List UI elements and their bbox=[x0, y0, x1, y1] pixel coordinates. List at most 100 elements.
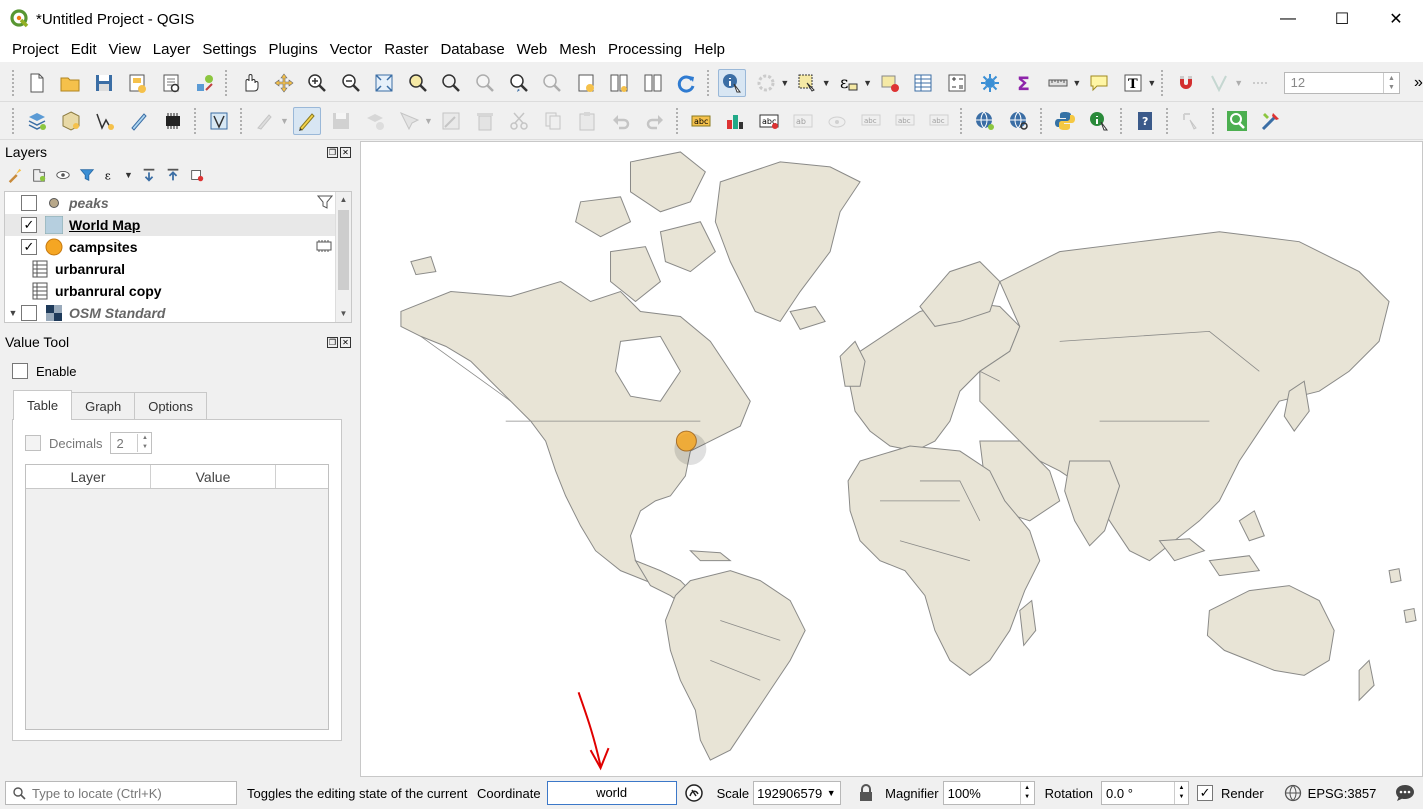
pan-to-selection-icon[interactable] bbox=[270, 69, 298, 97]
menu-edit[interactable]: Edit bbox=[65, 38, 103, 62]
layout-manager-icon[interactable] bbox=[157, 69, 185, 97]
help-contents-icon[interactable]: ? bbox=[1131, 107, 1159, 135]
remove-layer-icon[interactable] bbox=[188, 166, 206, 184]
toolbar-grip[interactable] bbox=[1120, 107, 1124, 134]
save-layer-edits-icon[interactable] bbox=[327, 107, 355, 135]
scroll-up-icon[interactable]: ▲ bbox=[336, 192, 351, 208]
undo-icon[interactable] bbox=[607, 107, 635, 135]
field-calculator-icon[interactable] bbox=[943, 69, 971, 97]
filter-expression-dropdown-icon[interactable]: ▼ bbox=[124, 170, 134, 180]
diagram-options-icon[interactable] bbox=[721, 107, 749, 135]
spin-arrows-icon[interactable]: ▲ ▼ bbox=[137, 434, 151, 452]
column-header-layer[interactable]: Layer bbox=[26, 465, 151, 488]
zoom-full-icon[interactable] bbox=[371, 69, 399, 97]
measure-line-icon[interactable] bbox=[1044, 69, 1072, 97]
snapping-tolerance-icon[interactable] bbox=[1247, 69, 1275, 97]
menu-layer[interactable]: Layer bbox=[147, 38, 197, 62]
menu-raster[interactable]: Raster bbox=[378, 38, 434, 62]
change-label-icon[interactable]: abc bbox=[925, 107, 953, 135]
deselect-all-icon[interactable] bbox=[876, 69, 904, 97]
messages-icon[interactable] bbox=[1394, 782, 1416, 804]
layer-visibility-checkbox[interactable]: ✓ bbox=[21, 217, 37, 233]
plugin-info-icon[interactable] bbox=[1085, 107, 1113, 135]
python-console-icon[interactable] bbox=[1051, 107, 1079, 135]
spin-arrows-icon[interactable]: ▲ ▼ bbox=[1019, 782, 1034, 804]
snapping-vertex-icon[interactable] bbox=[1206, 69, 1234, 97]
select-tool-icon[interactable] bbox=[1177, 107, 1205, 135]
scrollbar-thumb[interactable] bbox=[338, 210, 349, 290]
add-feature-icon[interactable] bbox=[361, 107, 389, 135]
toolbar-grip[interactable] bbox=[1166, 107, 1170, 134]
layers-scrollbar[interactable]: ▲ ▼ bbox=[335, 192, 351, 322]
layer-row-world-map[interactable]: ✓ World Map bbox=[5, 214, 351, 236]
column-header-value[interactable]: Value bbox=[151, 465, 276, 488]
close-button[interactable]: ✕ bbox=[1369, 0, 1423, 38]
vertex-dropdown-icon[interactable]: ▼ bbox=[424, 116, 434, 126]
toolbar-grip[interactable] bbox=[676, 107, 680, 134]
zoom-out-icon[interactable] bbox=[337, 69, 365, 97]
maximize-button[interactable]: ☐ bbox=[1315, 0, 1369, 38]
spin-arrows-icon[interactable]: ▲ ▼ bbox=[1174, 782, 1188, 804]
select-dropdown-icon[interactable]: ▼ bbox=[822, 78, 832, 88]
identify-features-icon[interactable] bbox=[718, 68, 746, 97]
dropdown-arrow-icon[interactable]: ▼ bbox=[822, 788, 840, 798]
run-action-dropdown-icon[interactable]: ▼ bbox=[780, 78, 790, 88]
locator-search-input[interactable]: Type to locate (Ctrl+K) bbox=[5, 781, 237, 805]
zoom-native-icon[interactable] bbox=[471, 69, 499, 97]
move-label-icon[interactable]: abc bbox=[857, 107, 885, 135]
map-tips-icon[interactable] bbox=[1085, 69, 1113, 97]
filter-funnel-icon[interactable] bbox=[316, 194, 334, 213]
layer-visibility-checkbox[interactable] bbox=[21, 195, 37, 211]
current-edits-icon[interactable] bbox=[251, 107, 279, 135]
select-by-expression-icon[interactable]: ε bbox=[835, 69, 863, 97]
cut-features-icon[interactable] bbox=[505, 107, 533, 135]
toolbar-grip[interactable] bbox=[1212, 107, 1216, 134]
text-annotation-icon[interactable]: T bbox=[1119, 69, 1147, 97]
layer-visibility-checkbox[interactable]: ✓ bbox=[21, 239, 37, 255]
manage-map-themes-icon[interactable] bbox=[54, 166, 72, 184]
map-canvas[interactable] bbox=[360, 141, 1423, 777]
run-action-icon[interactable] bbox=[752, 69, 780, 97]
rotate-label-icon[interactable]: abc bbox=[891, 107, 919, 135]
crs-label[interactable]: EPSG:3857 bbox=[1308, 786, 1377, 801]
menu-mesh[interactable]: Mesh bbox=[553, 38, 602, 62]
toolbar-grip[interactable] bbox=[240, 107, 244, 134]
magnifier-spinbox[interactable]: 100% ▲ ▼ bbox=[942, 781, 1035, 805]
menu-help[interactable]: Help bbox=[688, 38, 731, 62]
add-wms-layer-icon[interactable] bbox=[971, 107, 999, 135]
zoom-in-icon[interactable] bbox=[303, 69, 331, 97]
label-toolbar-icon[interactable]: abc bbox=[687, 107, 715, 135]
filter-legend-icon[interactable] bbox=[78, 166, 96, 184]
style-manager-icon[interactable] bbox=[191, 69, 219, 97]
decimals-spinbox[interactable]: 2 ▲ ▼ bbox=[110, 432, 153, 454]
expand-all-icon[interactable] bbox=[140, 166, 158, 184]
new-map-view-icon[interactable] bbox=[572, 69, 600, 97]
digitize-with-vertex-icon[interactable] bbox=[205, 107, 233, 135]
toolbar-grip[interactable] bbox=[707, 69, 711, 96]
collapse-all-icon[interactable] bbox=[164, 166, 182, 184]
new-project-icon[interactable] bbox=[23, 69, 51, 97]
menu-settings[interactable]: Settings bbox=[196, 38, 262, 62]
show-bookmarks-icon[interactable] bbox=[639, 69, 667, 97]
float-panel-icon[interactable]: ❐ bbox=[327, 336, 338, 348]
tab-table[interactable]: Table bbox=[13, 390, 73, 420]
menu-project[interactable]: Project bbox=[6, 38, 65, 62]
tab-graph[interactable]: Graph bbox=[71, 392, 136, 420]
refresh-icon[interactable] bbox=[673, 69, 701, 97]
zoom-to-layer-icon[interactable] bbox=[438, 69, 466, 97]
new-bookmark-icon[interactable] bbox=[606, 69, 634, 97]
zoom-search-plugin-icon[interactable] bbox=[1223, 107, 1251, 135]
toolbar-grip[interactable] bbox=[12, 69, 16, 96]
highlight-pinned-labels-icon[interactable]: abc bbox=[755, 107, 783, 135]
enable-checkbox[interactable] bbox=[12, 363, 28, 379]
new-shapefile-layer-icon[interactable] bbox=[91, 107, 119, 135]
spin-arrows-icon[interactable]: ▲ ▼ bbox=[1382, 72, 1399, 93]
delete-selected-icon[interactable] bbox=[471, 107, 499, 135]
statistical-summary-icon[interactable]: Σ bbox=[1010, 69, 1038, 97]
measure-dropdown-icon[interactable]: ▼ bbox=[1072, 78, 1082, 88]
menu-plugins[interactable]: Plugins bbox=[263, 38, 324, 62]
filter-by-expression-icon[interactable]: ε bbox=[102, 166, 120, 184]
show-hide-labels-icon[interactable] bbox=[823, 107, 851, 135]
minimize-button[interactable]: — bbox=[1261, 0, 1315, 38]
menu-vector[interactable]: Vector bbox=[324, 38, 379, 62]
